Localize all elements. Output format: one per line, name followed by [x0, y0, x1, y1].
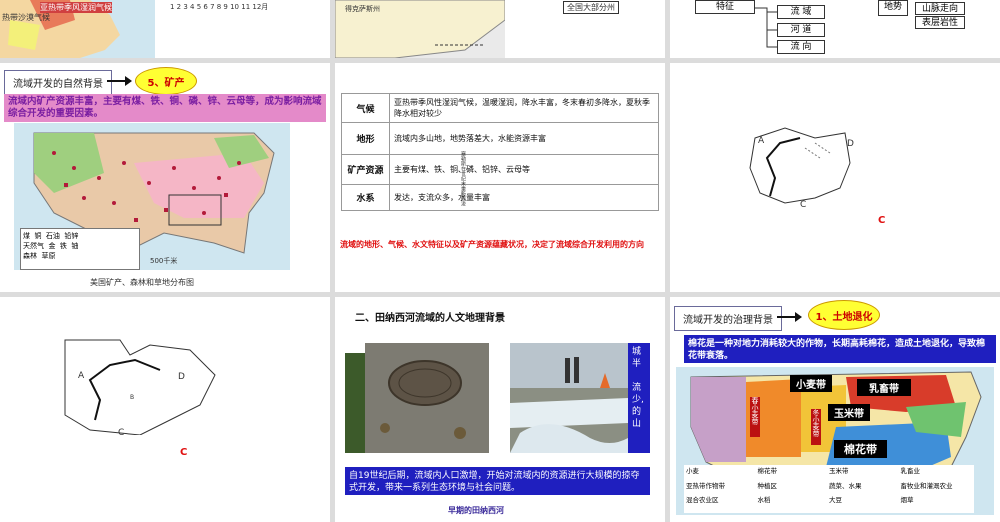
- legend-item: 乳畜业: [900, 467, 921, 475]
- topic-oval: 1、土地退化: [808, 300, 880, 330]
- legend-item: 金: [48, 242, 56, 250]
- row-key: 水系: [341, 184, 390, 211]
- slide-thumbnail-7[interactable]: A B D C C: [0, 297, 330, 522]
- slide-thumbnail-1[interactable]: 亚热带季风湿润气候 热带沙漠气候 1 2 3 4 5 6 7 8 9 10 11…: [0, 0, 330, 58]
- flow-item: 流 向: [777, 40, 825, 54]
- legend-item: 亚热带作物带: [686, 481, 725, 490]
- answer-mark: C: [180, 447, 188, 458]
- legend-item: 畜牧业和灌溉农业: [900, 481, 953, 490]
- legend-item: 种植区: [757, 481, 778, 490]
- flooding-photo: [510, 343, 628, 453]
- arrow-icon: [777, 312, 802, 322]
- map-label: 热带沙漠气候: [2, 13, 50, 22]
- river-basin-map: [64, 339, 216, 435]
- slide-grid: 亚热带季风湿润气候 热带沙漠气候 1 2 3 4 5 6 7 8 9 10 11…: [0, 0, 1000, 522]
- belt-label: 小麦带: [790, 375, 832, 392]
- photo-strip: [345, 353, 365, 453]
- legend-item: 铁: [59, 242, 67, 250]
- legend-item: 烟草: [900, 496, 914, 505]
- feature-label: 特征: [715, 2, 734, 12]
- belt-label: 冬小麦带: [811, 409, 821, 445]
- arrow-icon: [107, 76, 132, 86]
- legend-item: 煤: [23, 232, 30, 240]
- row-value: 主要有煤、铁、铜、磷、铝锌、云母等: [389, 154, 659, 185]
- row-value: 发达，支流众多，水量丰富: [389, 184, 659, 211]
- legend-item: 混合农业区: [686, 496, 719, 505]
- map-label: 亚热带季风湿润气候: [40, 2, 112, 13]
- belt-label: 乳畜带: [857, 379, 911, 396]
- slide-thumbnail-5[interactable]: 气候 亚热带季风性湿润气候，温暖湿润，降水丰富，冬末春初多降水，夏秋季降水相对较少…: [335, 63, 665, 292]
- map-caption: 美国矿产、森林和草地分布图: [90, 278, 194, 287]
- description-band: 流域内矿产资源丰富，主要有煤、铁、铜、磷、锌、云母等，成为影响流域综合开发的重要…: [4, 94, 326, 122]
- slide-title: 二、田纳西河流域的人文地理背景: [355, 313, 505, 324]
- slide-thumbnail-9[interactable]: 流域开发的治理背景 1、土地退化 棉花是一种对地力消耗较大的作物，长期高耗棉花，…: [670, 297, 1000, 522]
- legend-item: 大豆: [829, 496, 842, 505]
- row-value: 亚热带季风性湿润气候，温暖湿润，降水丰富，冬末春初多降水，夏秋季降水相对较少: [389, 93, 659, 123]
- feature-box: 特征: [695, 0, 755, 14]
- slide-thumbnail-4[interactable]: 流域开发的自然背景 5、矿产 流域内矿产资源丰富，主要有煤、铁、铜、磷、锌、云母…: [0, 63, 330, 292]
- map-label-c: C: [800, 200, 807, 210]
- answer-mark: C: [878, 215, 886, 226]
- flow-item: 流 域: [777, 5, 825, 19]
- river-basin-map: [749, 127, 851, 204]
- terrain-item: 表层岩性: [915, 16, 965, 29]
- legend-item: 水稻: [757, 496, 771, 505]
- manhole-cover-icon: [365, 343, 489, 453]
- slide-thumbnail-2[interactable]: 得克萨斯州 全国大部分州: [335, 0, 665, 58]
- row-value: 流域内多山地，地势落差大，水能资源丰富: [389, 122, 659, 155]
- legend-item: 天然气: [23, 242, 44, 250]
- slide-thumbnail-3[interactable]: 特征 流 域 河 道 流 向 地势 山脉走向 表层岩性: [670, 0, 1000, 58]
- legend-item: 森林: [23, 252, 37, 260]
- bottom-text: 自19世纪后期，流域内人口激增，开始对流域内的资源进行大规模的掠夺式开发，带来一…: [345, 467, 650, 495]
- legend-item: 石油: [45, 232, 60, 240]
- map-legend: 煤 铜 石油 铅锌 天然气 金 铁 铀 森林 草原: [20, 228, 140, 270]
- row-key: 地形: [341, 122, 390, 155]
- topic-oval: 5、矿产: [135, 67, 197, 95]
- scale-bar: 500千米: [150, 257, 178, 265]
- terrain-label: 地势: [878, 0, 908, 16]
- vertical-note: 塞勒斯在世纪末重新疏浚: [460, 151, 466, 206]
- conclusion-text: 流域的地形、气候、水文特征以及矿产资源蕴藏状况，决定了流域综合开发利用的方向: [340, 240, 644, 249]
- legend-item: 小麦: [686, 467, 699, 475]
- water-flow-icon: [510, 343, 628, 453]
- geo-table: 气候 亚热带季风性湿润气候，温暖湿润，降水丰富，冬末春初多降水，夏秋季降水相对较少…: [341, 93, 659, 211]
- slide-thumbnail-8[interactable]: 二、田纳西河流域的人文地理背景 城 半 流 少, 的 山 自19世纪后期，流域内…: [335, 297, 665, 522]
- belt-label: 玉米带: [828, 404, 870, 421]
- terrain-item: 山脉走向: [915, 2, 965, 15]
- legend-item: 铜: [34, 232, 42, 240]
- belt-label: 春小麦带: [750, 397, 760, 437]
- description-band: 棉花是一种对地力消耗较大的作物，长期高耗棉花，造成土地退化，导致棉花带衰落。: [684, 335, 996, 363]
- flow-item: 河 道: [777, 23, 825, 37]
- map-label-d: D: [847, 139, 854, 149]
- legend-item: 棉花带: [757, 467, 778, 475]
- photo-caption: 早期的田纳西河: [448, 506, 504, 515]
- side-text: 城 半 流 少, 的 山: [628, 343, 650, 453]
- map-label-b: B: [130, 394, 135, 401]
- legend-item: 草原: [41, 252, 56, 260]
- month-axis: 1 2 3 4 5 6 7 8 9 10 11 12月: [170, 3, 269, 11]
- section-tag: 流域开发的治理背景: [674, 306, 782, 331]
- legend-item: 蔬菜、水果: [829, 481, 862, 490]
- manhole-photo: [365, 343, 489, 453]
- legend-item: 玉米带: [829, 467, 849, 475]
- map-label-c: C: [118, 428, 125, 438]
- map-label-a: A: [78, 371, 85, 381]
- map-label-a: A: [758, 136, 765, 146]
- row-key: 矿产资源: [341, 154, 390, 185]
- map-legend: 小麦 棉花带 玉米带 乳畜业 亚热带作物带 种植区 蔬菜、水果 畜牧业和灌溉农业…: [684, 465, 974, 513]
- row-key: 气候: [341, 93, 390, 123]
- legend-item: 铅锌: [64, 232, 79, 240]
- slide-thumbnail-6[interactable]: A D C C: [670, 63, 1000, 292]
- legend-item: 铀: [71, 242, 79, 250]
- bracket-line: [755, 7, 777, 48]
- map-label: 得克萨斯州: [345, 5, 380, 13]
- belt-label: 棉花带: [834, 440, 887, 458]
- map-label-d: D: [178, 372, 185, 382]
- section-tag: 流域开发的自然背景: [4, 70, 112, 95]
- legend-text: 全国大部分州: [563, 1, 619, 14]
